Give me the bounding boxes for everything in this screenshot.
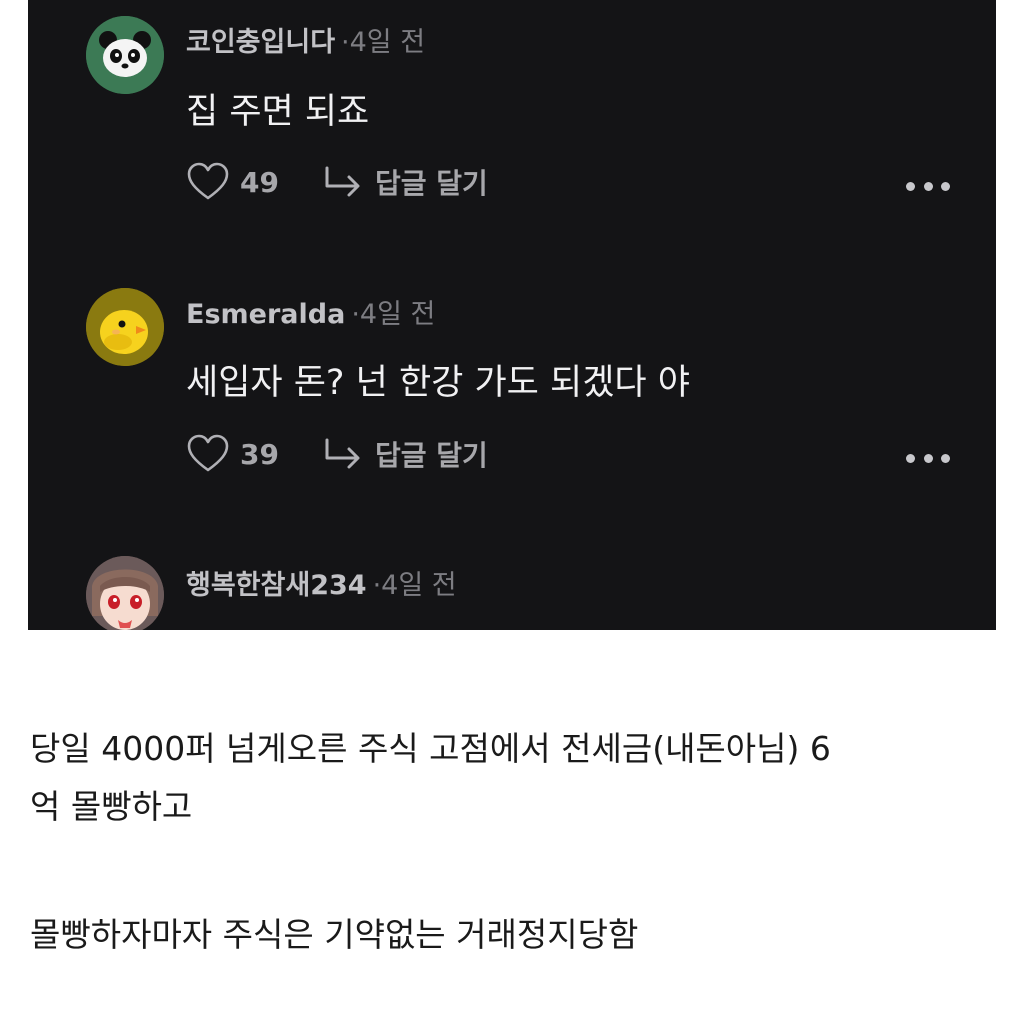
like-button[interactable]: 49 xyxy=(186,162,279,202)
comment-timestamp: ·4일 전 xyxy=(341,27,426,58)
article-paragraph-line: 당일 4000퍼 넘게오른 주식 고점에서 전세금(내돈아님) 6 xyxy=(30,729,831,768)
like-count: 39 xyxy=(240,437,279,471)
reply-button[interactable]: 답글 달기 xyxy=(321,434,488,474)
anime-girl-avatar[interactable] xyxy=(86,556,164,630)
reply-button[interactable]: 답글 달기 xyxy=(321,162,488,202)
comment-text: 세입자 돈? 넌 한강 가도 되겠다 야 xyxy=(186,363,690,403)
comment-actions: 39 답글 달기 xyxy=(186,434,488,474)
article-paragraph: 몰빵하자마자 주식은 기약없는 거래정지당함 xyxy=(30,915,639,954)
comment-author-name[interactable]: 코인충입니다 xyxy=(186,27,335,58)
like-count: 49 xyxy=(240,165,279,199)
heart-icon xyxy=(187,162,229,200)
comment-actions: 49 답글 달기 xyxy=(186,162,488,202)
heart-icon xyxy=(187,434,229,472)
comment-text: 집 주면 되죠 xyxy=(186,92,370,132)
chick-avatar[interactable] xyxy=(86,288,164,366)
comment-author-line: 코인충입니다 ·4일 전 xyxy=(186,26,425,60)
reply-label: 답글 달기 xyxy=(374,439,488,472)
panda-avatar[interactable] xyxy=(86,16,164,94)
more-options-icon[interactable] xyxy=(906,176,950,196)
like-button[interactable]: 39 xyxy=(186,434,279,474)
reply-arrow-icon xyxy=(325,438,360,469)
comment-thread-screenshot: 코인충입니다 ·4일 전 집 주면 되죠 49 답글 달기 Esmeralda … xyxy=(28,0,996,630)
comment-timestamp: ·4일 전 xyxy=(372,570,457,601)
more-options-icon[interactable] xyxy=(906,448,950,468)
comment-author-line: Esmeralda ·4일 전 xyxy=(186,298,435,332)
comment-author-line: 행복한참새234·4일 전 xyxy=(186,569,457,603)
comment-author-name[interactable]: Esmeralda xyxy=(186,299,345,330)
comment-author-name[interactable]: 행복한참새234 xyxy=(186,570,367,601)
reply-label: 답글 달기 xyxy=(374,167,488,200)
article-paragraph-line: 억 몰빵하고 xyxy=(30,787,193,826)
reply-arrow-icon xyxy=(325,166,360,197)
comment-timestamp: ·4일 전 xyxy=(351,299,436,330)
